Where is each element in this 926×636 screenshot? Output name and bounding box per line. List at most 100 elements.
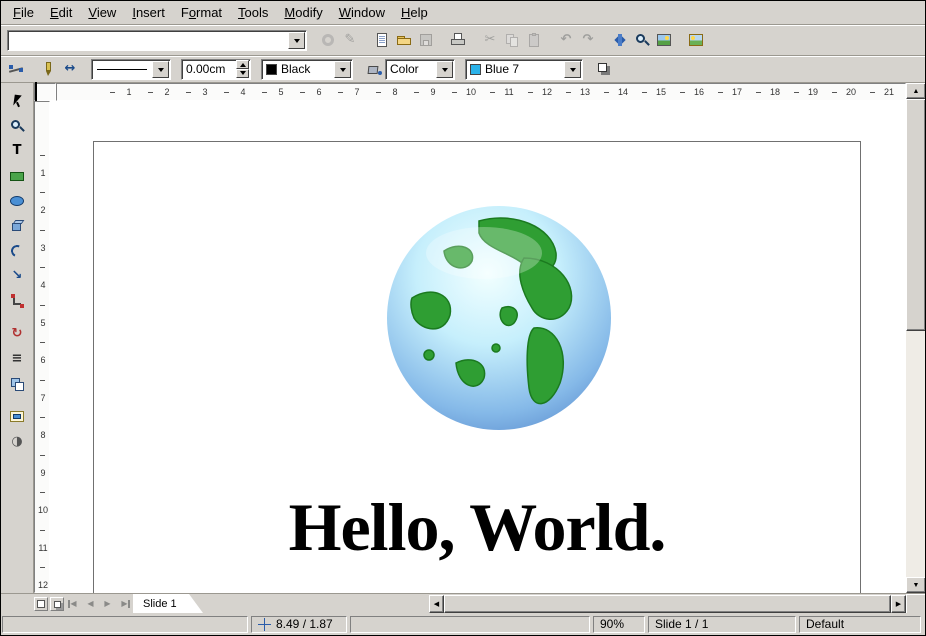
ruler-tick xyxy=(40,530,45,531)
slide-title-text[interactable]: Hello, World. xyxy=(94,488,860,567)
text-tool-button[interactable]: T xyxy=(6,140,28,162)
menu-edit[interactable]: Edit xyxy=(42,2,80,23)
menu-file[interactable]: File xyxy=(5,2,42,23)
function-toolbar: ✎✂↶↷ xyxy=(1,25,925,56)
lines-arrows-tool-button[interactable]: ↘ xyxy=(6,265,28,287)
ruler-corner[interactable] xyxy=(34,83,56,101)
ruler-tick xyxy=(40,192,45,193)
line-color-select[interactable]: Black xyxy=(261,59,353,80)
ruler-number: 13 xyxy=(579,88,591,97)
toolbar-gap xyxy=(171,58,181,80)
insert-graphics-icon xyxy=(688,32,704,48)
scroll-up-button[interactable]: ▲ xyxy=(906,83,926,99)
ruler-number: 11 xyxy=(37,544,49,553)
layer-view-button[interactable] xyxy=(50,597,64,611)
toolbar-gap xyxy=(27,58,37,80)
status-zoom-field[interactable]: 90% xyxy=(593,616,645,633)
line-width-spinner[interactable]: 0.00cm xyxy=(181,59,251,80)
line-width-value[interactable]: 0.00cm xyxy=(182,62,236,76)
cursor-position-icon xyxy=(258,618,271,631)
print-icon xyxy=(450,32,466,48)
line-dialog-button[interactable] xyxy=(37,58,59,80)
toolbar-gap xyxy=(583,58,593,80)
horizontal-scroll-thumb[interactable] xyxy=(444,595,891,613)
spin-up-button[interactable] xyxy=(236,60,249,69)
insert-tool-button[interactable] xyxy=(6,406,28,428)
status-page-style-field: Default xyxy=(799,616,921,633)
menu-window[interactable]: Window xyxy=(331,2,393,23)
print-button[interactable] xyxy=(447,29,469,51)
scroll-left-button[interactable]: ◀ xyxy=(429,595,444,613)
slide-page[interactable]: Hello, World. xyxy=(93,141,861,593)
zoom-button[interactable] xyxy=(631,29,653,51)
vertical-ruler[interactable]: 123456789101112 xyxy=(34,101,50,593)
gallery-button[interactable] xyxy=(653,29,675,51)
menu-format[interactable]: Format xyxy=(173,2,230,23)
toolbar-gap xyxy=(81,58,91,80)
menu-tools[interactable]: Tools xyxy=(230,2,276,23)
line-color-value[interactable]: Black xyxy=(277,62,334,76)
shadow-button[interactable] xyxy=(593,58,615,80)
spin-down-button[interactable] xyxy=(236,69,249,78)
select-tool-button[interactable] xyxy=(6,90,28,112)
cursor-position-value: 8.49 / 1.87 xyxy=(276,617,333,631)
chevron-down-icon[interactable] xyxy=(152,61,169,78)
toolbar-gap xyxy=(307,29,317,51)
curve-tool-button[interactable] xyxy=(6,240,28,262)
fill-color-select[interactable]: Blue 7 xyxy=(465,59,583,80)
ruler-number: 6 xyxy=(37,356,49,365)
load-url-combo[interactable] xyxy=(7,30,307,51)
menu-help[interactable]: Help xyxy=(393,2,436,23)
horizontal-scrollbar[interactable]: ◀ ▶ xyxy=(429,595,906,613)
zoom-level-value: 90% xyxy=(600,617,624,631)
fill-color-value[interactable]: Blue 7 xyxy=(481,62,564,76)
chevron-down-icon[interactable] xyxy=(334,61,351,78)
menu-insert[interactable]: Insert xyxy=(124,2,173,23)
chevron-down-icon[interactable] xyxy=(436,61,453,78)
layer-view-icon xyxy=(54,601,61,608)
vertical-scroll-thumb[interactable] xyxy=(906,99,926,331)
globe-image[interactable] xyxy=(384,203,614,433)
arrange-tool-button[interactable] xyxy=(6,373,28,395)
ruler-number: 10 xyxy=(465,88,477,97)
ruler-number: 8 xyxy=(37,431,49,440)
tab-slide-1[interactable]: Slide 1 xyxy=(133,594,203,613)
objects-3d-tool-button[interactable] xyxy=(6,215,28,237)
drawing-canvas[interactable]: Hello, World. xyxy=(50,101,906,593)
ruler-tick xyxy=(40,342,45,343)
alignment-tool-button[interactable]: ≡ xyxy=(6,348,28,370)
line-dialog-icon xyxy=(40,61,56,77)
ellipse-tool-button[interactable] xyxy=(6,190,28,212)
connector-tool-button[interactable] xyxy=(6,290,28,312)
navigator-button[interactable] xyxy=(609,29,631,51)
ruler-number: 12 xyxy=(37,581,49,590)
line-style-select[interactable] xyxy=(91,59,171,80)
scroll-right-button[interactable]: ▶ xyxy=(891,595,906,613)
insert-graphics-button[interactable] xyxy=(685,29,707,51)
area-dialog-button[interactable] xyxy=(363,58,385,80)
toolbar-gap xyxy=(675,29,685,51)
ruler-tick xyxy=(414,92,419,93)
effects-tool-button[interactable]: ◑ xyxy=(6,431,28,453)
rotate-tool-button[interactable]: ↻ xyxy=(6,323,28,345)
open-document-button[interactable] xyxy=(393,29,415,51)
chevron-down-icon[interactable] xyxy=(564,61,581,78)
edit-points-button[interactable] xyxy=(5,58,27,80)
zoom-tool-button[interactable] xyxy=(6,115,28,137)
fill-style-value[interactable]: Color xyxy=(386,62,436,76)
vertical-scrollbar[interactable]: ▲ ▼ xyxy=(906,83,926,593)
chevron-down-icon[interactable] xyxy=(288,32,305,49)
menu-modify[interactable]: Modify xyxy=(276,2,330,23)
slide-tab-bar: ◀◀▶▶ Slide 1 ◀ ▶ xyxy=(1,593,925,613)
new-document-button[interactable] xyxy=(371,29,393,51)
menu-view[interactable]: View xyxy=(80,2,124,23)
ruler-tick xyxy=(642,92,647,93)
toolbar-gap xyxy=(251,58,261,80)
fill-style-select[interactable]: Color xyxy=(385,59,455,80)
rectangle-tool-button[interactable] xyxy=(6,165,28,187)
shadow-icon xyxy=(596,61,612,77)
horizontal-ruler[interactable]: 123456789101112131415161718192021 xyxy=(56,83,906,101)
scroll-down-button[interactable]: ▼ xyxy=(906,577,926,593)
page-view-button[interactable] xyxy=(34,597,48,611)
arrow-style-button[interactable]: ↔ xyxy=(59,58,81,80)
